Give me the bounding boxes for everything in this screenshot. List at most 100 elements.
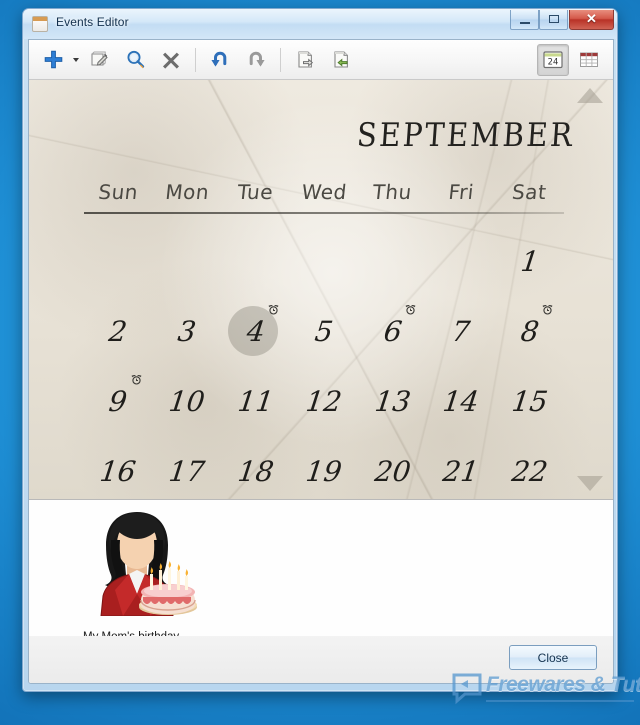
import-button[interactable] bbox=[289, 44, 321, 76]
alarm-clock-icon bbox=[405, 305, 416, 315]
day-number: 16 bbox=[98, 454, 139, 488]
maximize-button[interactable] bbox=[539, 10, 568, 30]
x-cross-icon bbox=[163, 52, 179, 69]
calendar-day-cell[interactable]: 9 bbox=[84, 366, 153, 436]
dow-tue: Tue bbox=[236, 180, 275, 204]
calendar-day-cell[interactable]: 4 bbox=[221, 296, 290, 366]
triangle-down-icon[interactable] bbox=[577, 476, 603, 491]
search-button[interactable] bbox=[119, 44, 151, 76]
undo-button[interactable] bbox=[204, 44, 236, 76]
day-number: 9 bbox=[107, 384, 130, 418]
calendar-week-row: 16 17 18 19 20 21 22 bbox=[84, 436, 564, 499]
calendar-day-cell[interactable]: 7 bbox=[427, 296, 496, 366]
alarm-clock-icon bbox=[131, 375, 142, 385]
calendar-empty-cell bbox=[84, 226, 153, 296]
calendar-day-cell[interactable]: 15 bbox=[495, 366, 564, 436]
dow-sat: Sat bbox=[511, 180, 549, 204]
dow-fri: Fri bbox=[447, 180, 476, 204]
calendar-day-cell[interactable]: 16 bbox=[84, 436, 153, 499]
calendar-day-cell[interactable]: 5 bbox=[290, 296, 359, 366]
undo-arrow-icon bbox=[211, 51, 227, 67]
calendar-view-button[interactable]: 24 bbox=[537, 43, 569, 76]
add-event-dropdown[interactable] bbox=[71, 45, 81, 75]
view-toggle-group: 24 bbox=[535, 40, 607, 79]
list-view-button[interactable] bbox=[573, 44, 605, 76]
day-of-week-row: Sun Mon Tue Wed Thu Fri Sat bbox=[84, 180, 564, 204]
footer-bar: Close bbox=[29, 636, 613, 683]
dow-sun: Sun bbox=[97, 180, 140, 204]
document-in-icon bbox=[333, 51, 348, 68]
day-number: 7 bbox=[450, 314, 473, 348]
calendar-day-cell[interactable]: 13 bbox=[358, 366, 427, 436]
client-area: 24 SEPTEMBER Sun Mon Tue Wed Thu Fri Sat… bbox=[28, 39, 614, 684]
day-header-divider bbox=[84, 212, 564, 214]
calendar-day-cell[interactable]: 14 bbox=[427, 366, 496, 436]
event-details-pane: My Mom's birthday bbox=[29, 500, 613, 649]
close-window-button[interactable]: ✕ bbox=[569, 10, 614, 30]
month-title: SEPTEMBER bbox=[356, 115, 577, 155]
day-number: 17 bbox=[167, 454, 207, 488]
table-grid-icon bbox=[580, 52, 598, 67]
close-button[interactable]: Close bbox=[509, 645, 597, 670]
day-number: 4 bbox=[244, 314, 267, 348]
day-number: 22 bbox=[509, 454, 550, 488]
export-button[interactable] bbox=[325, 44, 357, 76]
calendar-day-cell[interactable]: 1 bbox=[495, 226, 564, 296]
day-number: 10 bbox=[167, 384, 207, 418]
calendar-day-cell[interactable]: 12 bbox=[290, 366, 359, 436]
calendar-day-cell[interactable]: 17 bbox=[153, 436, 222, 499]
alarm-clock-icon bbox=[268, 305, 279, 315]
calendar-day-cell[interactable]: 3 bbox=[153, 296, 222, 366]
day-number: 11 bbox=[235, 384, 276, 418]
calendar-day-cell[interactable]: 18 bbox=[221, 436, 290, 499]
document-out-icon bbox=[297, 51, 313, 68]
day-number: 6 bbox=[381, 314, 404, 348]
magnifier-icon bbox=[127, 50, 144, 69]
add-event-button[interactable] bbox=[37, 44, 69, 76]
calendar-app-icon bbox=[32, 16, 48, 32]
calendar-week-row: 2 3 4 5 6 7 8 bbox=[84, 296, 564, 366]
minimize-button[interactable] bbox=[510, 10, 539, 30]
chevron-down-icon bbox=[73, 57, 79, 62]
calendar-icon-number: 24 bbox=[548, 57, 559, 67]
day-number: 19 bbox=[304, 454, 344, 488]
calendar-day-cell[interactable]: 21 bbox=[427, 436, 496, 499]
calendar-day-cell[interactable]: 8 bbox=[495, 296, 564, 366]
day-number: 14 bbox=[441, 384, 482, 418]
dow-wed: Wed bbox=[300, 180, 348, 204]
window-title: Events Editor bbox=[56, 15, 129, 29]
calendar-24-icon: 24 bbox=[543, 51, 563, 69]
title-bar[interactable]: Events Editor ✕ bbox=[23, 9, 617, 39]
triangle-up-icon[interactable] bbox=[577, 88, 603, 103]
calendar-week-row: 9 10 11 12 13 14 15 bbox=[84, 366, 564, 436]
day-number: 5 bbox=[313, 314, 335, 348]
day-number: 15 bbox=[509, 384, 550, 418]
calendar-day-cell[interactable]: 20 bbox=[358, 436, 427, 499]
list-item[interactable]: My Mom's birthday bbox=[67, 504, 207, 643]
calendar-grid: 1 2 3 4 5 6 7 8 9 10 11 12 13 14 15 16 17 18 19 20 21 22 bbox=[84, 226, 564, 499]
events-editor-window: Events Editor ✕ 24 SEPTEMBER Sun Mon Tue… bbox=[22, 8, 618, 692]
edit-event-button[interactable] bbox=[83, 44, 115, 76]
redo-arrow-icon bbox=[249, 51, 265, 67]
day-number: 13 bbox=[372, 384, 413, 418]
close-icon: ✕ bbox=[586, 11, 597, 26]
day-number: 1 bbox=[518, 244, 541, 278]
day-number: 2 bbox=[107, 314, 130, 348]
calendar-day-cell[interactable]: 19 bbox=[290, 436, 359, 499]
dow-mon: Mon bbox=[163, 180, 210, 204]
redo-button[interactable] bbox=[240, 44, 272, 76]
calendar-day-cell[interactable]: 6 bbox=[358, 296, 427, 366]
delete-event-button[interactable] bbox=[155, 44, 187, 76]
toolbar-separator-2 bbox=[280, 47, 281, 72]
toolbar: 24 bbox=[29, 40, 613, 80]
day-number: 18 bbox=[235, 454, 276, 488]
calendar-day-cell[interactable]: 22 bbox=[495, 436, 564, 499]
calendar-day-cell[interactable]: 11 bbox=[221, 366, 290, 436]
calendar-day-cell[interactable]: 2 bbox=[84, 296, 153, 366]
day-number: 8 bbox=[518, 314, 541, 348]
toolbar-separator-1 bbox=[195, 47, 196, 72]
day-number: 12 bbox=[304, 384, 344, 418]
edit-note-icon bbox=[90, 51, 108, 66]
alarm-clock-icon bbox=[542, 305, 553, 315]
calendar-day-cell[interactable]: 10 bbox=[153, 366, 222, 436]
